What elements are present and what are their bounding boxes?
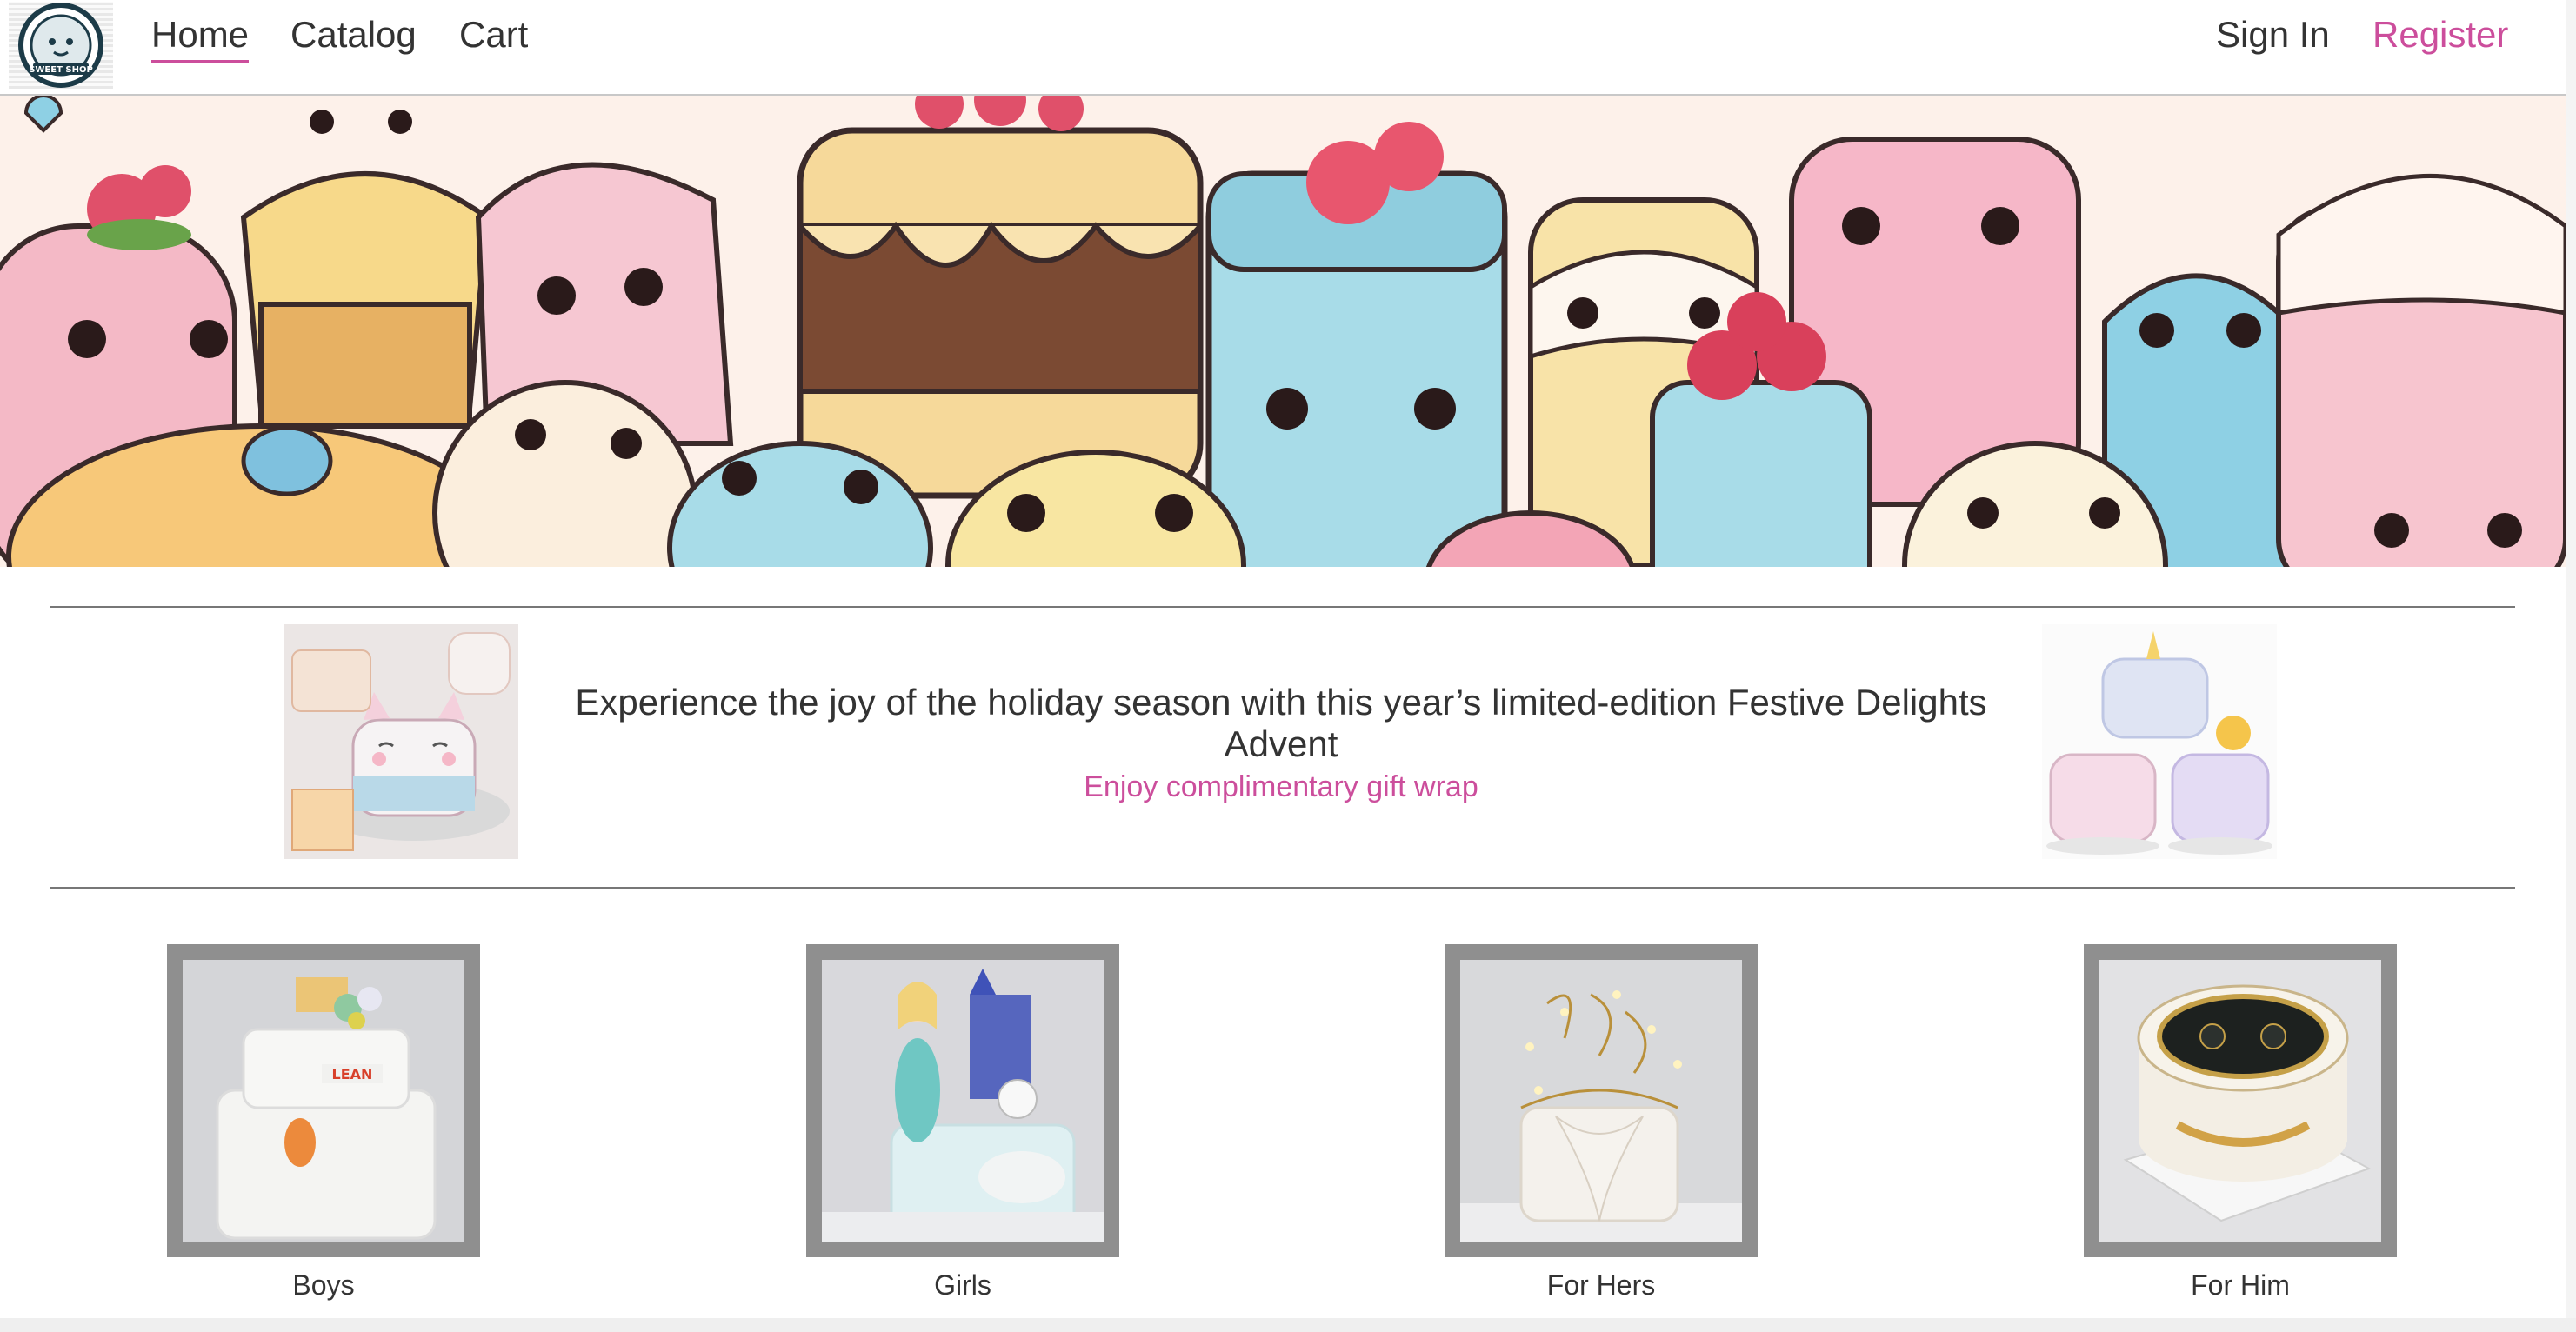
- nav-home-link[interactable]: Home: [151, 10, 250, 63]
- category-for-him-card[interactable]: [2084, 944, 2397, 1257]
- promo-headline: Experience the joy of the holiday season…: [575, 682, 1987, 764]
- nav-cart-link[interactable]: Cart: [459, 10, 528, 59]
- boys-cake-image: LEAN: [183, 960, 464, 1242]
- divider-bottom: [50, 887, 2515, 889]
- for-him-cake-image: [2099, 960, 2381, 1242]
- hero-banner-image: [0, 96, 2566, 567]
- nav-catalog-link[interactable]: Catalog: [290, 10, 417, 59]
- for-hers-cake-image: [1460, 960, 1742, 1242]
- category-girls-label[interactable]: Girls: [806, 1269, 1119, 1302]
- register-link[interactable]: Register: [2372, 10, 2508, 59]
- sign-in-link[interactable]: Sign In: [2216, 10, 2330, 59]
- shop-logo[interactable]: SWEET SHOP: [9, 2, 113, 89]
- top-navbar: SWEET SHOP Home Catalog Cart Sign In Reg…: [0, 0, 2566, 96]
- promo-cat-cake-image: [284, 624, 518, 859]
- category-boys-card[interactable]: LEAN: [167, 944, 480, 1257]
- promo-subline: Enjoy complimentary gift wrap: [1084, 770, 1478, 803]
- logo-text: SWEET SHOP: [29, 65, 93, 75]
- category-for-him-label[interactable]: For Him: [2084, 1269, 2397, 1302]
- promo-unicorn-cake-image: [2042, 624, 2277, 859]
- window-bottom-edge: [0, 1318, 2576, 1332]
- divider-top: [50, 606, 2515, 608]
- category-girls-card[interactable]: [806, 944, 1119, 1257]
- category-boys-label[interactable]: Boys: [167, 1269, 480, 1302]
- category-for-hers-label[interactable]: For Hers: [1445, 1269, 1758, 1302]
- category-for-hers-card[interactable]: [1445, 944, 1758, 1257]
- svg-text:LEAN: LEAN: [332, 1066, 373, 1082]
- girls-cake-image: [822, 960, 1104, 1242]
- vertical-scrollbar[interactable]: [2566, 0, 2576, 1332]
